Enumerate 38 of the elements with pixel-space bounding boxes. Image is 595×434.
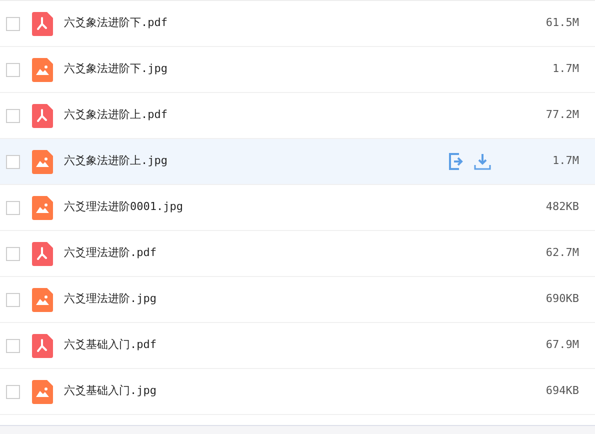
pdf-file-icon bbox=[32, 104, 53, 128]
download-icon[interactable] bbox=[474, 153, 491, 170]
checkbox[interactable] bbox=[6, 338, 20, 352]
checkbox[interactable] bbox=[6, 62, 20, 76]
image-file-icon bbox=[32, 196, 53, 220]
file-name[interactable]: 六爻象法进阶上.pdf bbox=[64, 107, 168, 124]
file-name[interactable]: 六爻理法进阶.pdf bbox=[64, 245, 156, 262]
checkbox[interactable] bbox=[6, 16, 20, 30]
pdf-file-icon bbox=[32, 242, 53, 266]
checkbox[interactable] bbox=[6, 246, 20, 260]
pdf-file-icon bbox=[32, 12, 53, 36]
file-size: 482KB bbox=[544, 199, 579, 216]
file-size: 77.2M bbox=[544, 107, 579, 124]
file-size: 694KB bbox=[544, 383, 579, 400]
image-file-icon bbox=[32, 288, 53, 312]
pdf-file-icon bbox=[32, 334, 53, 358]
file-size: 690KB bbox=[544, 291, 579, 308]
file-name[interactable]: 六爻基础入门.jpg bbox=[64, 383, 156, 400]
file-size: 67.9M bbox=[544, 337, 579, 354]
file-name[interactable]: 六爻象法进阶下.pdf bbox=[64, 15, 168, 32]
file-name[interactable]: 六爻理法进阶.jpg bbox=[64, 291, 156, 308]
checkbox[interactable] bbox=[6, 108, 20, 122]
file-size: 1.7M bbox=[552, 153, 579, 170]
file-row[interactable]: 六爻象法进阶上.jpg 1.7M bbox=[0, 139, 595, 185]
file-size: 62.7M bbox=[544, 245, 579, 262]
file-size: 1.7M bbox=[552, 61, 579, 78]
checkbox[interactable] bbox=[6, 292, 20, 306]
file-size: 61.5M bbox=[544, 15, 579, 32]
image-file-icon bbox=[32, 380, 53, 404]
image-file-icon bbox=[32, 58, 53, 82]
checkbox[interactable] bbox=[6, 200, 20, 214]
image-file-icon bbox=[32, 150, 53, 174]
file-name[interactable]: 六爻理法进阶0001.jpg bbox=[64, 199, 183, 216]
checkbox[interactable] bbox=[6, 384, 20, 398]
file-name[interactable]: 六爻象法进阶上.jpg bbox=[64, 153, 168, 170]
file-name[interactable]: 六爻象法进阶下.jpg bbox=[64, 61, 168, 78]
checkbox[interactable] bbox=[6, 154, 20, 168]
file-name[interactable]: 六爻基础入门.pdf bbox=[64, 337, 156, 354]
